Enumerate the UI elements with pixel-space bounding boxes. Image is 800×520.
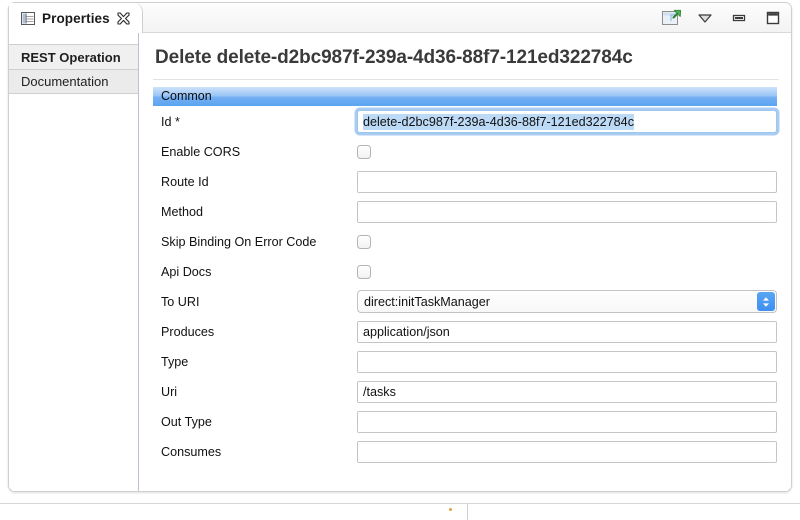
route-id-input[interactable] <box>357 171 777 193</box>
view-toolbar <box>661 3 783 33</box>
field-wrap <box>357 411 777 433</box>
field-wrap <box>357 201 777 223</box>
field-wrap: delete-d2bc987f-239a-4d36-88f7-121ed3227… <box>357 110 777 133</box>
field-label-id: Id * <box>153 115 357 129</box>
tab-label: Properties <box>42 11 110 26</box>
form-row: Enable CORS <box>153 137 777 166</box>
status-bar-separator <box>467 504 468 520</box>
field-wrap: direct:initTaskManager <box>357 290 777 313</box>
field-wrap <box>357 441 777 463</box>
field-label-enable-cors: Enable CORS <box>153 145 357 159</box>
field-label-consumes: Consumes <box>153 445 357 459</box>
page-title: Delete delete-d2bc987f-239a-4d36-88f7-12… <box>139 33 791 69</box>
uri-input[interactable]: /tasks <box>357 381 777 403</box>
out-type-input[interactable] <box>357 411 777 433</box>
produces-input-value: application/json <box>363 325 450 339</box>
consumes-input[interactable] <box>357 441 777 463</box>
properties-content: Delete delete-d2bc987f-239a-4d36-88f7-12… <box>139 33 791 491</box>
sidebar-item-documentation[interactable]: Documentation <box>9 69 139 94</box>
form-row: Produces application/json <box>153 317 777 346</box>
window-bottom-divider <box>0 503 800 504</box>
id-input[interactable]: delete-d2bc987f-239a-4d36-88f7-121ed3227… <box>357 110 777 133</box>
enable-cors-checkbox[interactable] <box>357 145 371 159</box>
form-row: Consumes <box>153 437 777 466</box>
field-wrap <box>357 145 777 159</box>
to-uri-combo[interactable]: direct:initTaskManager <box>357 290 777 313</box>
field-wrap <box>357 351 777 373</box>
properties-view: Properties <box>8 2 792 492</box>
minimize-icon[interactable] <box>729 8 749 28</box>
form-row: Uri /tasks <box>153 377 777 406</box>
status-indicator-dot <box>449 508 452 511</box>
field-wrap <box>357 171 777 193</box>
sidebar-item-label: Documentation <box>21 74 108 89</box>
form-row: Id * delete-d2bc987f-239a-4d36-88f7-121e… <box>153 107 777 136</box>
field-label-out-type: Out Type <box>153 415 357 429</box>
title-divider <box>153 79 779 80</box>
section-header-label: Common <box>161 89 212 103</box>
section-header-common: Common <box>153 87 777 106</box>
table-grid-icon <box>21 12 35 25</box>
field-wrap: /tasks <box>357 381 777 403</box>
to-uri-combo-value: direct:initTaskManager <box>358 295 490 309</box>
field-label-produces: Produces <box>153 325 357 339</box>
view-tabbar: Properties <box>9 3 791 33</box>
chevron-updown-icon[interactable] <box>757 292 775 311</box>
field-label-route-id: Route Id <box>153 175 357 189</box>
form-row: Out Type <box>153 407 777 436</box>
produces-input[interactable]: application/json <box>357 321 777 343</box>
tab-properties[interactable]: Properties <box>9 3 143 33</box>
skip-binding-on-error-code-checkbox[interactable] <box>357 235 371 249</box>
field-label-skip-binding-on-error-code: Skip Binding On Error Code <box>153 235 357 249</box>
close-icon[interactable] <box>117 12 130 25</box>
method-input[interactable] <box>357 201 777 223</box>
form-row: To URI direct:initTaskManager <box>153 287 777 316</box>
field-wrap <box>357 265 777 279</box>
common-form: Id * delete-d2bc987f-239a-4d36-88f7-121e… <box>139 107 791 466</box>
form-row: Skip Binding On Error Code <box>153 227 777 256</box>
field-label-to-uri: To URI <box>153 295 357 309</box>
field-label-uri: Uri <box>153 385 357 399</box>
field-wrap <box>357 235 777 249</box>
form-row: Method <box>153 197 777 226</box>
sidebar-item-rest-operation[interactable]: REST Operation <box>9 44 139 69</box>
maximize-icon[interactable] <box>763 8 783 28</box>
field-label-method: Method <box>153 205 357 219</box>
view-body: REST Operation Documentation Delete dele… <box>9 33 791 491</box>
property-tab-list: REST Operation Documentation <box>9 33 139 491</box>
form-row: Type <box>153 347 777 376</box>
field-label-api-docs: Api Docs <box>153 265 357 279</box>
screen: Properties <box>0 0 800 520</box>
field-label-type: Type <box>153 355 357 369</box>
form-row: Api Docs <box>153 257 777 286</box>
id-input-value: delete-d2bc987f-239a-4d36-88f7-121ed3227… <box>363 114 634 130</box>
restore-view-icon[interactable] <box>661 8 681 28</box>
view-menu-icon[interactable] <box>695 8 715 28</box>
type-input[interactable] <box>357 351 777 373</box>
sidebar-item-label: REST Operation <box>21 50 121 65</box>
form-row: Route Id <box>153 167 777 196</box>
api-docs-checkbox[interactable] <box>357 265 371 279</box>
uri-input-value: /tasks <box>363 385 396 399</box>
field-wrap: application/json <box>357 321 777 343</box>
